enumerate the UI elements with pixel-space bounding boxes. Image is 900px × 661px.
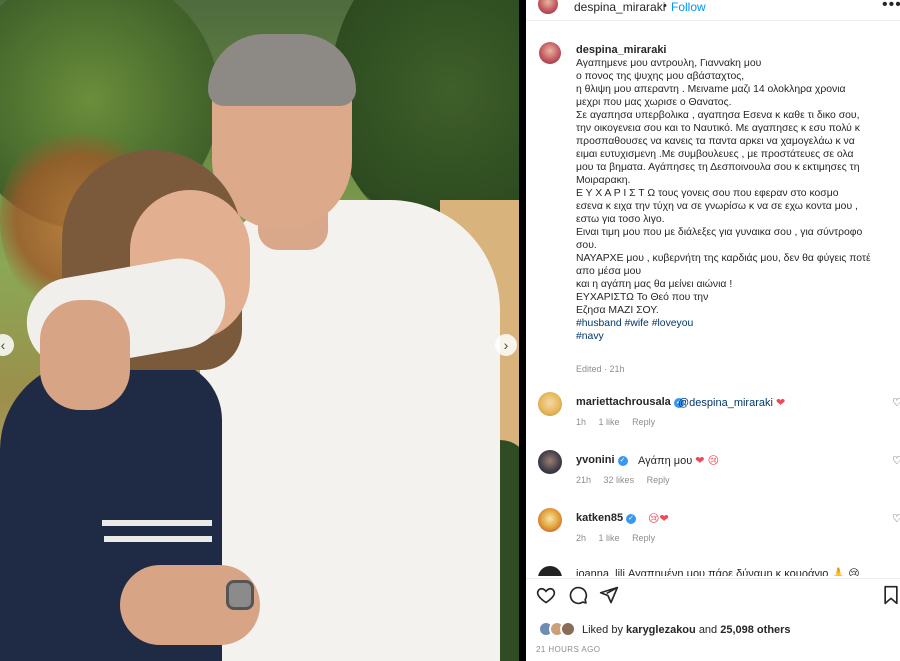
comment-time: 21h	[576, 475, 592, 485]
reply-button[interactable]: Reply	[632, 533, 655, 543]
caption-line: Ειναι τιμη μου που με διάλεξες για γυναι…	[576, 227, 863, 238]
caption-line: ΕΥΧΑΡΙΣΤΩ Το Θεό που την	[576, 292, 709, 303]
heart-outline-icon[interactable]: ♡	[892, 512, 900, 525]
likes-prefix: Liked by	[582, 624, 623, 636]
comment-text: Αγάπη μου ❤ 😢	[638, 454, 719, 467]
separator-dot: •	[663, 0, 667, 12]
comment-meta: 1h 1 like Reply	[576, 417, 665, 427]
sleeve-stripe	[102, 520, 212, 526]
commenter-avatar[interactable]	[538, 566, 562, 576]
comment-likes[interactable]: 1 like	[599, 533, 620, 543]
man-hand	[40, 300, 130, 410]
hashtag-link[interactable]: #navy	[576, 330, 894, 343]
caption-line: εστω για τοσο λιγο.	[576, 214, 665, 225]
comment-likes[interactable]: 32 likes	[604, 475, 635, 485]
comment-text: 😢❤	[648, 512, 669, 525]
verified-badge-icon: ✓	[617, 456, 628, 466]
caption-line: προσπαθουσες να κανεις τα παντα αρκει να…	[576, 136, 855, 147]
red-heart-emoji: ❤	[776, 397, 786, 409]
paper-plane-icon[interactable]	[599, 585, 619, 605]
reply-button[interactable]: Reply	[632, 417, 655, 427]
likes-count-link[interactable]: 25,098 others	[720, 624, 790, 636]
commenter-avatar[interactable]	[538, 392, 562, 416]
likes-summary: Liked by karyglezakou and 25,098 others	[526, 620, 900, 640]
comment-row: katken85 ✓ 😢❤ 2h 1 like Reply ♡	[526, 508, 900, 564]
mention-link[interactable]: @despina_miraraki	[678, 397, 773, 409]
caption-line: σου.	[576, 240, 597, 251]
caption-line: ΝΑΥΑΡΧΕ μου , κυβερνήτη της καρδιάς μου,…	[576, 253, 871, 264]
comment-likes[interactable]: 1 like	[599, 417, 620, 427]
likes-and: and	[698, 624, 718, 636]
comment-text: @despina_miraraki ❤	[678, 396, 785, 409]
commenter-username-text[interactable]: yvonini	[576, 454, 615, 466]
commenter-username[interactable]: katken85 ✓	[576, 512, 637, 524]
author-username[interactable]: despina_miraraki	[574, 0, 665, 14]
caption-line: μεχρι που μας χωρισε ο Θανατος.	[576, 97, 732, 108]
follow-button[interactable]: Follow	[671, 0, 706, 14]
caption-line: Σε αγαπησα υπερβολικα , αγαπησα Εσενα κ …	[576, 110, 860, 121]
hashtag-link[interactable]: #husband	[576, 318, 622, 329]
caption-line: Ε Υ Χ Α Ρ Ι Σ Τ Ω τους γονεις σου που εφ…	[576, 188, 839, 199]
comment-time: 2h	[576, 533, 587, 543]
commenter-username[interactable]: yvonini ✓	[576, 454, 628, 466]
comment-icon[interactable]	[568, 585, 588, 605]
commenter-avatar[interactable]	[538, 508, 562, 532]
post-header: despina_miraraki • Follow •••	[526, 0, 900, 18]
sad-heart-emoji: 😢❤	[648, 513, 669, 525]
heart-outline-icon[interactable]: ♡	[892, 396, 900, 409]
liker-avatar[interactable]	[560, 621, 576, 637]
action-bar	[526, 585, 900, 611]
hashtag-link[interactable]: #loveyou	[652, 318, 694, 329]
hashtag-link[interactable]: #wife	[625, 318, 649, 329]
comment-row: mariettachrousala ✓ @despina_miraraki ❤ 1…	[526, 392, 900, 448]
caption-line: μου τα βηματα. Αγάπησες τη Δεσποινουλα σ…	[576, 162, 860, 173]
edited-label: Edited · 21h	[576, 364, 625, 374]
caption-line: Εζησα ΜΑΖΙ ΣΟΥ.	[576, 305, 659, 316]
caption-username[interactable]: despina_miraraki	[576, 44, 667, 56]
post-side-panel: despina_miraraki • Follow ••• despina_mi…	[526, 0, 900, 661]
caption-line: η θλιψη μου απεραντη . Μεινame μαζι 14 ο…	[576, 84, 846, 95]
comment-meta: 21h 32 likes Reply	[576, 475, 680, 485]
comment-row-partial: ioanna_lili Αγαπημένη μου πάρε δύναμη κ …	[526, 566, 900, 576]
verified-badge-icon: ✓	[626, 514, 637, 524]
carousel-prev-button[interactable]: ‹	[0, 334, 14, 356]
commenter-avatar[interactable]	[538, 450, 562, 474]
caption-line: την οικογενεια σου και το Ναυτικό. Με αγ…	[576, 123, 860, 134]
commenter-username-text[interactable]: mariettachrousala	[576, 396, 671, 408]
caption-text: Αγαπημενε μου αντρουλη, Γιανναkη μου ο π…	[576, 57, 894, 343]
comment-text-partial: ioanna_lili Αγαπημένη μου πάρε δύναμη κ …	[576, 568, 860, 576]
commenter-username-text[interactable]: katken85	[576, 512, 623, 524]
carousel-next-button[interactable]: ›	[495, 334, 517, 356]
more-horizontal-icon[interactable]: •••	[882, 0, 900, 14]
caption-line: Αγαπημενε μου αντρουλη, Γιανναkη μου	[576, 58, 762, 69]
comment-meta: 2h 1 like Reply	[576, 533, 665, 543]
author-avatar[interactable]	[538, 0, 558, 14]
reply-button[interactable]: Reply	[647, 475, 670, 485]
man-hair	[208, 34, 356, 106]
caption-line: ειμαι ευτυχισμενη .Με συμβουλευες , με π…	[576, 149, 854, 160]
commenter-username[interactable]: mariettachrousala ✓	[576, 396, 684, 408]
heart-outline-icon[interactable]	[536, 585, 556, 605]
caption-avatar[interactable]	[539, 42, 561, 64]
post-photo[interactable]: ‹ ›	[0, 0, 519, 661]
caption-line: ο πονος της ψυχης μου αβάσταχτος,	[576, 71, 745, 82]
heart-sad-emoji: ❤ 😢	[695, 455, 720, 467]
caption-line: εσενα κ ειχα την τύχη να σε γνωρίσω κ να…	[576, 201, 858, 212]
comment-time: 1h	[576, 417, 587, 427]
sleeve-stripe	[104, 536, 212, 542]
caption-line: και η αγάπη μας θα μείνει αιώνια !	[576, 279, 733, 290]
wristwatch	[226, 580, 254, 610]
bookmark-icon[interactable]	[882, 585, 900, 605]
caption-line: Μοιραρακη.	[576, 175, 631, 186]
likes-text: Liked by karyglezakou and 25,098 others	[582, 624, 791, 636]
comment-body: Αγάπη μου	[638, 455, 693, 467]
heart-outline-icon[interactable]: ♡	[892, 454, 900, 467]
divider	[526, 20, 900, 21]
post-timestamp[interactable]: 21 HOURS AGO	[536, 645, 600, 654]
divider	[526, 578, 900, 579]
caption-line: απο μέσα μου	[576, 266, 642, 277]
hashtag-line: #husband #wife #loveyou	[576, 317, 894, 330]
liker-username[interactable]: karyglezakou	[626, 624, 696, 636]
comment-row: yvonini ✓ Αγάπη μου ❤ 😢 21h 32 likes Repl…	[526, 450, 900, 506]
